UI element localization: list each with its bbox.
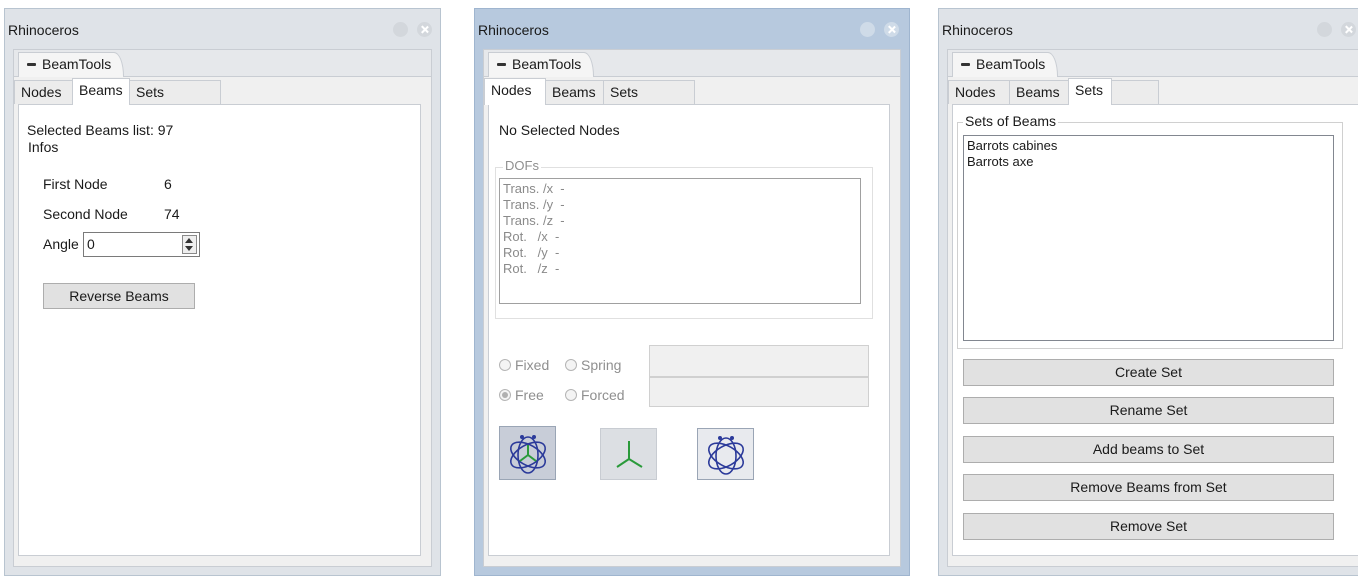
title-bar[interactable]: Rhinoceros xyxy=(5,9,440,47)
tab-nodes[interactable]: Nodes xyxy=(484,78,546,105)
sets-tab-content: Sets of Beams Barrots cabines Barrots ax… xyxy=(952,104,1358,556)
plugin-tab-label: BeamTools xyxy=(42,56,112,72)
radio-circle[interactable] xyxy=(565,359,577,372)
radio-spring-label: Spring xyxy=(581,357,622,373)
beams-tab-content: Selected Beams list: 97 Infos First Node… xyxy=(18,104,421,556)
tab-nodes[interactable]: Nodes xyxy=(948,80,1010,104)
infos-legend: Infos xyxy=(28,139,59,155)
tab-sets[interactable]: Sets xyxy=(129,80,174,104)
angle-label: Angle xyxy=(43,236,79,252)
second-node-label: Second Node xyxy=(43,206,128,222)
tab-sets[interactable]: Sets xyxy=(1068,78,1112,105)
radio-circle[interactable] xyxy=(499,359,511,372)
spin-down-icon[interactable] xyxy=(185,246,193,251)
orbit-icon xyxy=(510,435,546,474)
close-icon[interactable] xyxy=(884,22,899,37)
tab-strip: Nodes Beams Sets xyxy=(14,78,431,105)
radio-spring[interactable]: Spring xyxy=(565,357,621,373)
radio-circle-checked[interactable] xyxy=(499,389,511,402)
angle-spin-buttons[interactable] xyxy=(182,235,197,254)
close-icon[interactable] xyxy=(1341,22,1356,37)
plugin-tab-beamtools[interactable]: BeamTools xyxy=(488,52,595,77)
plugin-tab-bar: BeamTools xyxy=(14,50,431,77)
axes-button[interactable] xyxy=(600,428,657,480)
panel-body: BeamTools Nodes Beams Sets No Selected N… xyxy=(483,49,901,567)
axes-icon xyxy=(616,441,643,468)
plugin-tab-label: BeamTools xyxy=(512,56,582,72)
dof-row: Rot. /y - xyxy=(503,245,560,260)
settings-icon[interactable] xyxy=(860,22,875,37)
tab-strip-filler xyxy=(1111,80,1159,104)
tab-strip: Nodes Beams Sets xyxy=(484,78,900,105)
set-list-item[interactable]: Barrots axe xyxy=(967,154,1330,170)
dof-row: Rot. /x - xyxy=(503,229,560,244)
rename-set-button[interactable]: Rename Set xyxy=(963,397,1334,424)
settings-icon[interactable] xyxy=(393,22,408,37)
dofs-list: Trans. /x - Trans. /y - Trans. /z - Rot.… xyxy=(499,178,861,304)
rhino-panel-sets: Rhinoceros BeamTools Nodes Beams Sets Se… xyxy=(938,8,1358,576)
nodes-tab-content: No Selected Nodes DOFs Trans. /x - Trans… xyxy=(488,104,890,556)
radio-fixed-label: Fixed xyxy=(515,357,550,373)
second-node-value: 74 xyxy=(164,206,180,222)
panel-body: BeamTools Nodes Beams Sets Sets of Beams… xyxy=(947,49,1358,567)
sets-list[interactable]: Barrots cabines Barrots axe xyxy=(963,135,1334,341)
angle-value: 0 xyxy=(87,236,95,252)
tab-nodes[interactable]: Nodes xyxy=(14,80,73,104)
add-beams-to-set-button[interactable]: Add beams to Set xyxy=(963,436,1334,463)
tab-strip: Nodes Beams Sets xyxy=(948,78,1358,105)
window-title: Rhinoceros xyxy=(942,22,1013,38)
dof-row: Trans. /z - xyxy=(503,213,565,228)
plugin-tab-beamtools[interactable]: BeamTools xyxy=(18,52,125,77)
dof-row: Rot. /z - xyxy=(503,261,560,276)
plugin-tab-bar: BeamTools xyxy=(948,50,1358,77)
title-bar[interactable]: Rhinoceros xyxy=(939,9,1358,47)
remove-set-button[interactable]: Remove Set xyxy=(963,513,1334,540)
first-node-value: 6 xyxy=(164,176,172,192)
tab-beams[interactable]: Beams xyxy=(72,78,130,105)
sets-legend: Sets of Beams xyxy=(963,113,1059,129)
settings-icon[interactable] xyxy=(1317,22,1332,37)
tab-sets[interactable]: Sets xyxy=(603,80,648,104)
first-node-label: First Node xyxy=(43,176,108,192)
orbit-icon xyxy=(708,436,744,475)
rhino-panel-nodes: Rhinoceros BeamTools Nodes Beams Sets No… xyxy=(474,8,910,576)
angle-stepper[interactable]: 0 xyxy=(83,232,200,257)
selected-beams-label: Selected Beams list: 97 xyxy=(27,122,174,138)
rhino-panel-beams: Rhinoceros BeamTools Nodes Beams Sets Se… xyxy=(4,8,441,576)
radio-forced[interactable]: Forced xyxy=(565,387,625,403)
reverse-beams-button[interactable]: Reverse Beams xyxy=(43,283,195,309)
tab-beams[interactable]: Beams xyxy=(1009,80,1069,104)
set-list-item[interactable]: Barrots cabines xyxy=(967,138,1330,154)
tab-beams[interactable]: Beams xyxy=(545,80,604,104)
dof-row: Trans. /y - xyxy=(503,197,565,212)
dofs-legend: DOFs xyxy=(503,158,541,173)
forced-value-field[interactable] xyxy=(649,377,869,407)
radio-fixed[interactable]: Fixed xyxy=(499,357,549,373)
window-title: Rhinoceros xyxy=(478,22,549,38)
close-icon[interactable] xyxy=(417,22,432,37)
no-selected-nodes-label: No Selected Nodes xyxy=(499,122,620,138)
remove-beams-from-set-button[interactable]: Remove Beams from Set xyxy=(963,474,1334,501)
panel-body: BeamTools Nodes Beams Sets Selected Beam… xyxy=(13,49,432,567)
pin-icon xyxy=(27,62,36,66)
window-title: Rhinoceros xyxy=(8,22,79,38)
plugin-tab-bar: BeamTools xyxy=(484,50,900,77)
orbit-button-2[interactable] xyxy=(697,428,754,480)
title-bar[interactable]: Rhinoceros xyxy=(475,9,909,47)
radio-free[interactable]: Free xyxy=(499,387,544,403)
spring-value-field[interactable] xyxy=(649,345,869,377)
dof-row: Trans. /x - xyxy=(503,181,565,196)
orbit-button-1[interactable] xyxy=(499,426,556,480)
tab-strip-filler xyxy=(647,80,695,104)
pin-icon xyxy=(961,62,970,66)
radio-free-label: Free xyxy=(515,387,544,403)
spin-up-icon[interactable] xyxy=(185,238,193,243)
plugin-tab-label: BeamTools xyxy=(976,56,1046,72)
tab-strip-filler xyxy=(173,80,221,104)
radio-forced-label: Forced xyxy=(581,387,625,403)
radio-circle[interactable] xyxy=(565,389,577,402)
create-set-button[interactable]: Create Set xyxy=(963,359,1334,386)
plugin-tab-beamtools[interactable]: BeamTools xyxy=(952,52,1059,77)
pin-icon xyxy=(497,62,506,66)
